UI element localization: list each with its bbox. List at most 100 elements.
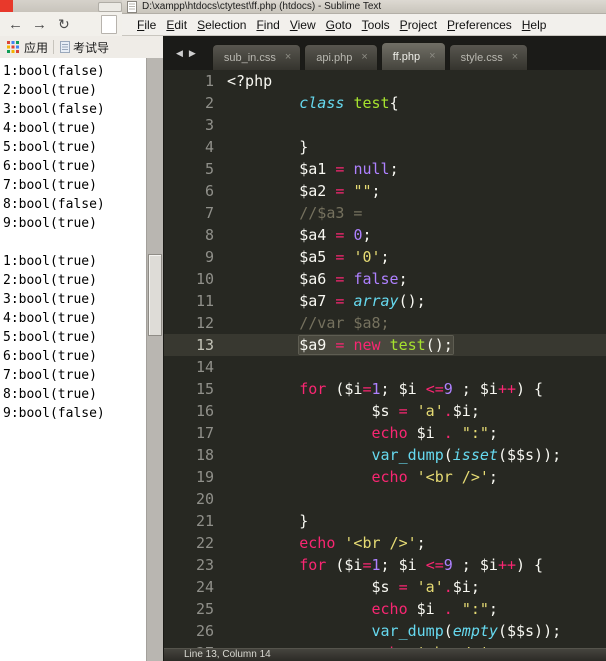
- code-line[interactable]: 24 $s = 'a'.$i;: [164, 576, 606, 598]
- line-number: 11: [195, 292, 214, 310]
- line-number: 23: [195, 556, 214, 574]
- tab-sub_in.css[interactable]: sub_in.css ×: [211, 44, 302, 70]
- code-line[interactable]: 21 }: [164, 510, 606, 532]
- apps-grid-icon[interactable]: [7, 41, 19, 53]
- code-line[interactable]: 5 $a1 = null;: [164, 158, 606, 180]
- line-number: 21: [195, 512, 214, 530]
- forward-icon[interactable]: →: [32, 17, 47, 32]
- bookmarks-separator: [53, 40, 55, 54]
- refresh-icon[interactable]: ↻: [58, 17, 70, 31]
- code-line[interactable]: 25 echo $i . ":";: [164, 598, 606, 620]
- code-line[interactable]: 6 $a2 = "";: [164, 180, 606, 202]
- code-line[interactable]: 23 for ($i=1; $i <=9 ; $i++) {: [164, 554, 606, 576]
- code-line[interactable]: 18 var_dump(isset($$s));: [164, 444, 606, 466]
- tab-close-icon[interactable]: ×: [512, 52, 518, 63]
- tab-scroll-right-icon[interactable]: ▶: [189, 48, 196, 59]
- tab-label: api.php: [316, 51, 353, 64]
- code-text: //$a3 =: [227, 204, 363, 222]
- output-line: 3:bool(true): [3, 292, 97, 307]
- output-line: 4:bool(true): [3, 311, 97, 326]
- code-line[interactable]: 14: [164, 356, 606, 378]
- line-number: 22: [195, 534, 214, 552]
- output-line: 8:bool(false): [3, 197, 105, 212]
- tab-close-icon[interactable]: ×: [361, 52, 367, 63]
- menu-view[interactable]: View: [285, 16, 321, 34]
- cursor-position: Line 13, Column 14: [184, 649, 271, 660]
- line-number: 10: [195, 270, 214, 288]
- code-line[interactable]: 3: [164, 114, 606, 136]
- code-text: var_dump(empty($$s));: [371, 622, 562, 640]
- code-text: for ($i=1; $i <=9 ; $i++) {: [299, 380, 544, 398]
- tab-close-icon[interactable]: ×: [429, 51, 435, 62]
- back-icon[interactable]: ←: [8, 17, 23, 32]
- tab-style.css[interactable]: style.css ×: [448, 44, 529, 70]
- code-line[interactable]: 17 echo $i . ":";: [164, 422, 606, 444]
- code-text: var_dump(isset($$s));: [371, 446, 562, 464]
- code-line[interactable]: 9 $a5 = '0';: [164, 246, 606, 268]
- line-number: 16: [195, 402, 214, 420]
- menu-file[interactable]: File: [132, 16, 161, 34]
- menu-edit[interactable]: Edit: [161, 16, 192, 34]
- page-icon[interactable]: [101, 15, 117, 34]
- browser-red-tab-indicator[interactable]: [0, 0, 13, 12]
- code-line[interactable]: 19 echo '<br />';: [164, 466, 606, 488]
- code-line[interactable]: 26 var_dump(empty($$s));: [164, 620, 606, 642]
- sublime-window: ◀ ▶ sub_in.css × api.php × ff.php × style.css ×…: [163, 36, 606, 661]
- code-line[interactable]: 16 $s = 'a'.$i;: [164, 400, 606, 422]
- line-number: 5: [204, 160, 214, 178]
- scrollbar-thumb[interactable]: [148, 254, 162, 336]
- line-number: 25: [195, 600, 214, 618]
- menu-help[interactable]: Help: [517, 16, 552, 34]
- tab-api.php[interactable]: api.php ×: [304, 44, 378, 70]
- tab-close-icon[interactable]: ×: [285, 52, 291, 63]
- code-text: $a6 = false;: [227, 270, 408, 288]
- browser-page-content[interactable]: 1:bool(false) 2:bool(true) 3:bool(false) 4:…: [0, 58, 146, 661]
- output-line: 9:bool(true): [3, 216, 97, 231]
- code-text: <?php: [227, 72, 273, 90]
- new-tab-button[interactable]: [98, 2, 122, 12]
- code-line[interactable]: 10 $a6 = false;: [164, 268, 606, 290]
- code-line[interactable]: 7 //$a3 =: [164, 202, 606, 224]
- bookmark-item[interactable]: 考试导: [73, 39, 109, 56]
- tab-ff.php[interactable]: ff.php ×: [380, 42, 446, 70]
- line-number: 9: [204, 248, 214, 266]
- code-line[interactable]: 20: [164, 488, 606, 510]
- tab-bar: ◀ ▶ sub_in.css × api.php × ff.php × style.css ×: [164, 36, 606, 70]
- sublime-document-icon: [127, 0, 137, 13]
- tab-scroll-left-icon[interactable]: ◀: [176, 48, 183, 59]
- output-line: 4:bool(true): [3, 121, 97, 136]
- sublime-menu-bar: File Edit Selection Find View Goto Tools Projec…: [122, 14, 606, 36]
- code-line[interactable]: 1 <?php: [164, 70, 606, 92]
- line-number: 3: [204, 116, 214, 134]
- code-line[interactable]: 15 for ($i=1; $i <=9 ; $i++) {: [164, 378, 606, 400]
- line-number: 15: [195, 380, 214, 398]
- menu-preferences[interactable]: Preferences: [442, 16, 517, 34]
- menu-goto[interactable]: Goto: [321, 16, 357, 34]
- apps-label[interactable]: 应用: [24, 39, 48, 56]
- code-line[interactable]: 12 //var $a8;: [164, 312, 606, 334]
- browser-scrollbar[interactable]: [146, 58, 163, 661]
- menu-find[interactable]: Find: [251, 16, 284, 34]
- sublime-title-bar[interactable]: D:\xampp\htdocs\ctytest\ff.php (htdocs) …: [122, 0, 606, 14]
- menu-project[interactable]: Project: [395, 16, 442, 34]
- bookmarks-bar: 应用 考试导: [0, 36, 163, 59]
- code-line[interactable]: 2 class test{: [164, 92, 606, 114]
- menu-selection[interactable]: Selection: [192, 16, 251, 34]
- code-line[interactable]: 11 $a7 = array();: [164, 290, 606, 312]
- code-text: class test{: [299, 94, 399, 112]
- line-number: 13: [195, 336, 214, 354]
- output-line: 1:bool(true): [3, 254, 97, 269]
- menu-tools[interactable]: Tools: [357, 16, 395, 34]
- code-line[interactable]: 22 echo '<br />';: [164, 532, 606, 554]
- code-line[interactable]: 8 $a4 = 0;: [164, 224, 606, 246]
- code-line[interactable]: 4 }: [164, 136, 606, 158]
- output-line: 3:bool(false): [3, 102, 105, 117]
- code-line[interactable]: 13 $a9 = new test();: [164, 334, 606, 356]
- line-number: 18: [195, 446, 214, 464]
- code-editor[interactable]: 1 <?php 2 class test{ 3 4 } 5 $a1 = null; 6 $a…: [164, 70, 606, 661]
- code-text: echo '<br />';: [371, 468, 498, 486]
